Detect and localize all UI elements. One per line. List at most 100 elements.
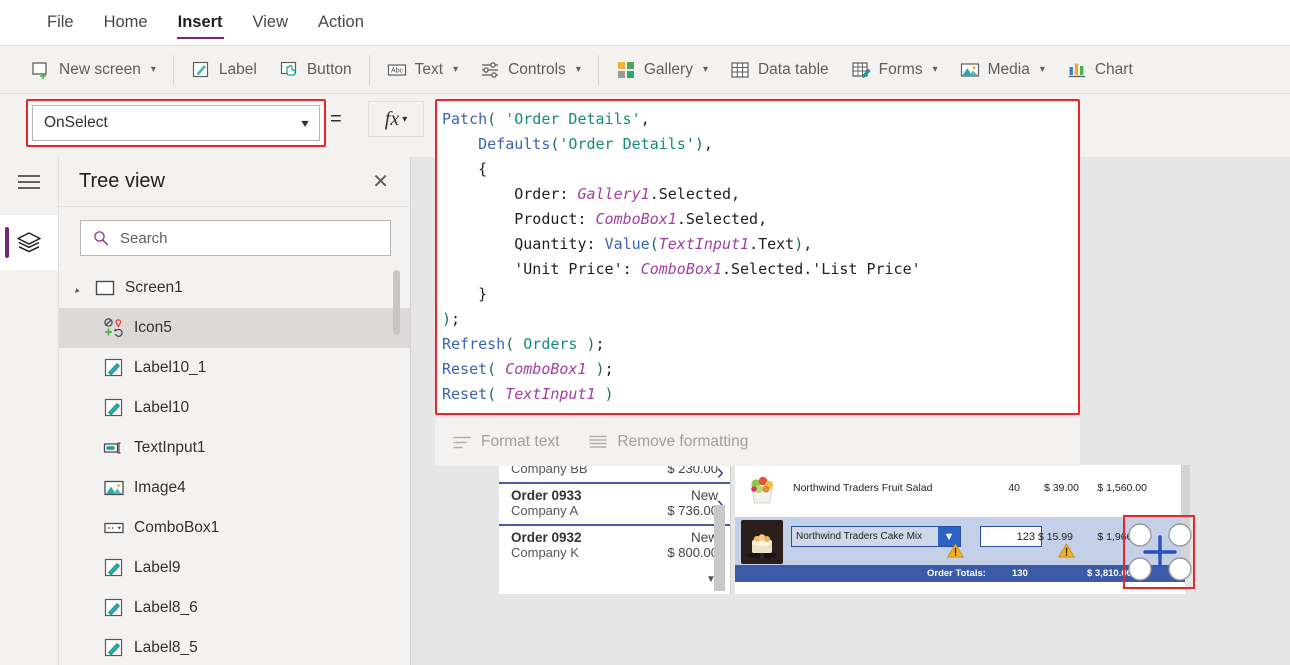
tree-expand-caret-icon[interactable]: ◂ bbox=[71, 280, 87, 296]
tree-item-label: ComboBox1 bbox=[134, 519, 220, 536]
tree-item-icon5[interactable]: Icon5 bbox=[59, 308, 410, 348]
gallery-item-title: Order 0932 bbox=[511, 530, 582, 545]
chevron-down-icon: ▾ bbox=[1039, 64, 1045, 75]
ribbon-controls-label: Controls bbox=[508, 60, 566, 78]
gallery-item[interactable]: Order 0933 New Company A $ 736.00 › bbox=[499, 482, 730, 524]
order-totals-qty: 130 bbox=[1012, 568, 1028, 579]
format-text-icon bbox=[453, 436, 471, 448]
formula-line: Patch( 'Order Details', bbox=[442, 107, 1078, 132]
tree-item-label9[interactable]: Label9 bbox=[59, 548, 410, 588]
ribbon-text[interactable]: Abc Text ▾ bbox=[376, 53, 469, 87]
formula-line: } bbox=[442, 282, 1078, 307]
tree-item-image4[interactable]: Image4 bbox=[59, 468, 410, 508]
gallery-scroll-down-icon[interactable]: ▼ bbox=[706, 574, 716, 585]
button-icon bbox=[280, 61, 296, 76]
ribbon-divider bbox=[368, 54, 370, 85]
remove-formatting-icon bbox=[589, 435, 608, 448]
power-apps-studio: File Home Insert View Action New screen … bbox=[0, 0, 1290, 665]
tree-item-label: Label10 bbox=[134, 399, 190, 416]
formula-line: Product: ComboBox1.Selected, bbox=[442, 207, 1078, 232]
ribbon-data-table[interactable]: Data table bbox=[719, 53, 840, 87]
formula-token: 'Order Details' bbox=[505, 110, 641, 128]
ribbon-divider bbox=[172, 54, 174, 85]
formula-token: .Selected, bbox=[649, 185, 741, 203]
tree-item-label10[interactable]: Label10 bbox=[59, 388, 410, 428]
ribbon-label[interactable]: Label bbox=[180, 53, 268, 87]
tree-item-label: Image4 bbox=[134, 479, 186, 496]
gallery-icon bbox=[617, 61, 634, 78]
formula-token: { bbox=[442, 160, 488, 178]
hamburger-icon bbox=[18, 175, 40, 189]
tree-scrollbar[interactable] bbox=[393, 268, 405, 653]
product-thumbnail bbox=[741, 469, 783, 511]
formula-token: Order: bbox=[442, 185, 578, 203]
tree-item-label8_6[interactable]: Label8_6 bbox=[59, 588, 410, 628]
warning-icon[interactable] bbox=[1058, 543, 1075, 558]
cake-mix-image bbox=[741, 520, 783, 564]
menu-item-insert[interactable]: Insert bbox=[163, 0, 238, 45]
ribbon-chart[interactable]: Chart bbox=[1056, 53, 1144, 87]
ribbon-new-screen-label: New screen bbox=[59, 60, 141, 78]
remove-formatting-button[interactable]: Remove formatting bbox=[589, 433, 748, 451]
chevron-down-icon: ▾ bbox=[402, 113, 408, 125]
order-gallery[interactable]: Company BB $ 230.00 › Order 0933 New Com… bbox=[499, 461, 731, 594]
ribbon-button[interactable]: Button bbox=[268, 53, 363, 87]
warning-icon[interactable] bbox=[947, 543, 964, 558]
formula-token: Product: bbox=[442, 210, 596, 228]
tree-item-combobox1[interactable]: ComboBox1 bbox=[59, 508, 410, 548]
tree-view-rail-button[interactable] bbox=[0, 215, 58, 270]
formula-editor[interactable]: Patch( 'Order Details', Defaults('Order … bbox=[437, 101, 1078, 407]
formula-token: TextInput1 bbox=[658, 235, 750, 253]
close-icon[interactable]: ✕ bbox=[368, 170, 393, 194]
formula-token bbox=[442, 135, 478, 153]
property-dropdown[interactable]: OnSelect ▾ bbox=[32, 105, 320, 141]
formula-token: , bbox=[703, 135, 713, 153]
tree-item-label8_5[interactable]: Label8_5 bbox=[59, 628, 410, 665]
hamburger-button[interactable] bbox=[0, 157, 58, 207]
tree-item-label10_1[interactable]: Label10_1 bbox=[59, 348, 410, 388]
formula-token: TextInput1 bbox=[505, 385, 596, 403]
gallery-item-company: Company A bbox=[511, 503, 579, 518]
tree-search-wrapper: Search bbox=[59, 207, 410, 268]
formula-token: } bbox=[442, 285, 488, 303]
tree-item-label: Label8_5 bbox=[134, 639, 198, 656]
tree-scrollbar-thumb[interactable] bbox=[393, 270, 400, 335]
ribbon-forms[interactable]: Forms ▾ bbox=[840, 53, 949, 87]
menu-item-home[interactable]: Home bbox=[89, 0, 163, 45]
ribbon-new-screen[interactable]: New screen ▾ bbox=[20, 53, 167, 87]
formula-token: Reset bbox=[442, 385, 488, 403]
gallery-item-title: Order 0933 bbox=[511, 488, 582, 503]
format-text-label: Format text bbox=[481, 433, 560, 450]
formula-line: { bbox=[442, 157, 1078, 182]
ribbon-controls[interactable]: Controls ▾ bbox=[469, 53, 592, 87]
tree-item-screen1[interactable]: ◂ Screen1 bbox=[59, 268, 410, 308]
formula-token: Gallery1 bbox=[577, 185, 650, 203]
fruit-salad-image bbox=[741, 469, 783, 511]
formula-token: .Text bbox=[749, 235, 795, 253]
formula-token: , bbox=[803, 235, 813, 253]
fx-icon: fx bbox=[384, 107, 400, 130]
gallery-item[interactable]: Order 0932 New Company K $ 800.00 › bbox=[499, 524, 730, 566]
menu-item-view[interactable]: View bbox=[238, 0, 303, 45]
ribbon-media[interactable]: Media ▾ bbox=[949, 53, 1056, 87]
formula-token: ) bbox=[694, 135, 704, 153]
ribbon-label-label: Label bbox=[218, 60, 257, 78]
ribbon-chart-label: Chart bbox=[1094, 60, 1133, 78]
tree-view-list: ◂ Screen1 Icon5 Label10_1 Label10 TextInput1 I… bbox=[59, 268, 410, 665]
formula-token: Defaults bbox=[478, 135, 551, 153]
order-detail-price: $ 39.00 bbox=[1043, 482, 1079, 494]
tree-item-textinput1[interactable]: TextInput1 bbox=[59, 428, 410, 468]
product-combobox[interactable]: Northwind Traders Cake Mix ▼ bbox=[791, 526, 961, 547]
menu-item-action[interactable]: Action bbox=[303, 0, 379, 45]
ribbon-gallery[interactable]: Gallery ▾ bbox=[605, 53, 719, 87]
fx-button[interactable]: fx ▾ bbox=[368, 101, 424, 137]
order-detail-row: Northwind Traders Fruit Salad 40 $ 39.00… bbox=[735, 465, 1185, 517]
search-input[interactable]: Search bbox=[80, 220, 391, 256]
format-text-button[interactable]: Format text bbox=[453, 433, 559, 451]
formula-format-toolbar: Format text Remove formatting bbox=[435, 418, 1080, 466]
textinput-icon bbox=[103, 442, 121, 454]
menu-item-file[interactable]: File bbox=[32, 0, 89, 45]
formula-token: ; bbox=[595, 335, 605, 353]
formula-line: 'Unit Price': ComboBox1.Selected.'List P… bbox=[442, 257, 1078, 282]
chevron-down-icon: ▾ bbox=[150, 64, 156, 75]
